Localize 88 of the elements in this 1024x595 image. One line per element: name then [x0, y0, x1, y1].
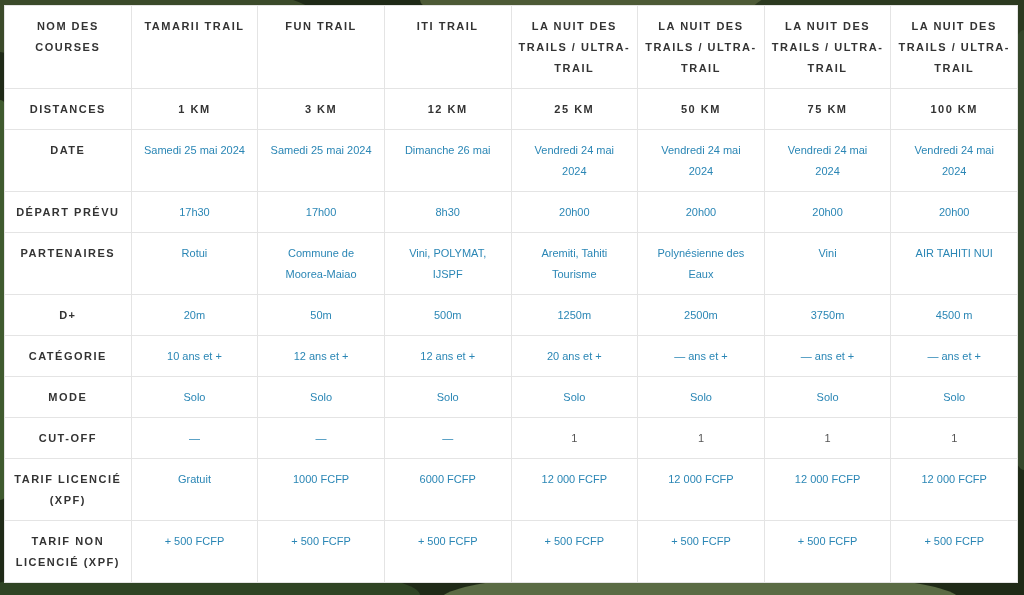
- table-cell: 75 KM: [764, 88, 891, 130]
- corner-header: NOM DES COURSES: [4, 5, 132, 89]
- table-cell-link[interactable]: Commune de Moorea-Maiao: [257, 232, 385, 295]
- table-cell-link[interactable]: 50m: [257, 294, 385, 336]
- table-cell-link[interactable]: Gratuit: [131, 458, 258, 521]
- row-header: CUT-OFF: [4, 417, 132, 459]
- table-cell-link[interactable]: + 500 FCFP: [890, 520, 1018, 583]
- table-cell-link[interactable]: 1000 FCFP: [257, 458, 385, 521]
- table-cell-link[interactable]: 20h00: [764, 191, 891, 233]
- table-cell-link[interactable]: 8h30: [384, 191, 511, 233]
- row-header: TARIF LICENCIÉ (XPF): [4, 458, 132, 521]
- table-cell-link[interactable]: 17h00: [257, 191, 385, 233]
- table-cell-link[interactable]: 20 ans et +: [511, 335, 638, 377]
- table-cell-link[interactable]: — ans et +: [637, 335, 765, 377]
- column-header: LA NUIT DES TRAILS / ULTRA-TRAIL: [764, 5, 891, 89]
- table-cell-link[interactable]: — ans et +: [764, 335, 891, 377]
- table-cell: 50 KM: [637, 88, 765, 130]
- column-header: ITI TRAIL: [384, 5, 511, 89]
- column-header: LA NUIT DES TRAILS / ULTRA-TRAIL: [511, 5, 638, 89]
- table-cell-link[interactable]: + 500 FCFP: [384, 520, 511, 583]
- table-cell: 12 KM: [384, 88, 511, 130]
- table-cell: 1: [511, 417, 638, 459]
- column-header: TAMARII TRAIL: [131, 5, 258, 89]
- row-header: PARTENAIRES: [4, 232, 132, 295]
- column-header: LA NUIT DES TRAILS / ULTRA-TRAIL: [637, 5, 765, 89]
- column-header: FUN TRAIL: [257, 5, 385, 89]
- table-cell-link[interactable]: Vini, POLYMAT, IJSPF: [384, 232, 511, 295]
- table-cell-link[interactable]: Vendredi 24 mai 2024: [637, 129, 765, 192]
- row-header: DATE: [4, 129, 132, 192]
- table-cell-link[interactable]: —: [384, 417, 511, 459]
- table-cell: 1: [764, 417, 891, 459]
- table-cell-link[interactable]: 20h00: [890, 191, 1018, 233]
- table-cell-link[interactable]: + 500 FCFP: [511, 520, 638, 583]
- table-cell-link[interactable]: Rotui: [131, 232, 258, 295]
- table-cell-link[interactable]: + 500 FCFP: [131, 520, 258, 583]
- table-cell-link[interactable]: Solo: [764, 376, 891, 418]
- table-cell-link[interactable]: Solo: [131, 376, 258, 418]
- table-cell-link[interactable]: 12 ans et +: [257, 335, 385, 377]
- row-header: D+: [4, 294, 132, 336]
- table-cell-link[interactable]: 20h00: [637, 191, 765, 233]
- table-cell-link[interactable]: 12 000 FCFP: [511, 458, 638, 521]
- table-cell-link[interactable]: 2500m: [637, 294, 765, 336]
- table-cell-link[interactable]: 10 ans et +: [131, 335, 258, 377]
- table-cell-link[interactable]: + 500 FCFP: [764, 520, 891, 583]
- table-cell-link[interactable]: 20h00: [511, 191, 638, 233]
- table-cell-link[interactable]: Solo: [257, 376, 385, 418]
- table-cell-link[interactable]: + 500 FCFP: [257, 520, 385, 583]
- row-header: TARIF NON LICENCIÉ (XPF): [4, 520, 132, 583]
- table-cell-link[interactable]: Samedi 25 mai 2024: [257, 129, 385, 192]
- table-cell: 1: [890, 417, 1018, 459]
- table-cell: 3 KM: [257, 88, 385, 130]
- row-header: DISTANCES: [4, 88, 132, 130]
- table-cell-link[interactable]: Solo: [890, 376, 1018, 418]
- table-cell-link[interactable]: 12 ans et +: [384, 335, 511, 377]
- table-cell-link[interactable]: 500m: [384, 294, 511, 336]
- table-cell-link[interactable]: Vini: [764, 232, 891, 295]
- table-cell: 100 KM: [890, 88, 1018, 130]
- column-header: LA NUIT DES TRAILS / ULTRA-TRAIL: [890, 5, 1018, 89]
- table-cell-link[interactable]: 3750m: [764, 294, 891, 336]
- table-cell-link[interactable]: —: [131, 417, 258, 459]
- table-cell: 1 KM: [131, 88, 258, 130]
- table-cell-link[interactable]: Solo: [511, 376, 638, 418]
- table-cell-link[interactable]: Solo: [637, 376, 765, 418]
- table-cell-link[interactable]: Vendredi 24 mai 2024: [890, 129, 1018, 192]
- table-cell-link[interactable]: Dimanche 26 mai: [384, 129, 511, 192]
- table-cell-link[interactable]: 4500 m: [890, 294, 1018, 336]
- table-cell-link[interactable]: 20m: [131, 294, 258, 336]
- table-cell-link[interactable]: 12 000 FCFP: [764, 458, 891, 521]
- table-cell-link[interactable]: 1250m: [511, 294, 638, 336]
- table-cell-link[interactable]: —: [257, 417, 385, 459]
- table-cell-link[interactable]: AIR TAHITI NUI: [890, 232, 1018, 295]
- table-cell-link[interactable]: 17h30: [131, 191, 258, 233]
- row-header: DÉPART PRÉVU: [4, 191, 132, 233]
- row-header: CATÉGORIE: [4, 335, 132, 377]
- table-cell-link[interactable]: Solo: [384, 376, 511, 418]
- table-cell-link[interactable]: Vendredi 24 mai 2024: [764, 129, 891, 192]
- table-cell-link[interactable]: + 500 FCFP: [637, 520, 765, 583]
- table-cell: 1: [637, 417, 765, 459]
- table-cell-link[interactable]: 12 000 FCFP: [637, 458, 765, 521]
- table-cell-link[interactable]: 12 000 FCFP: [890, 458, 1018, 521]
- row-header: MODE: [4, 376, 132, 418]
- table-cell-link[interactable]: Polynésienne des Eaux: [637, 232, 765, 295]
- table-cell-link[interactable]: 6000 FCFP: [384, 458, 511, 521]
- table-cell-link[interactable]: Samedi 25 mai 2024: [131, 129, 258, 192]
- table-cell: 25 KM: [511, 88, 638, 130]
- table-cell-link[interactable]: — ans et +: [890, 335, 1018, 377]
- table-cell-link[interactable]: Aremiti, Tahiti Tourisme: [511, 232, 638, 295]
- table-cell-link[interactable]: Vendredi 24 mai 2024: [511, 129, 638, 192]
